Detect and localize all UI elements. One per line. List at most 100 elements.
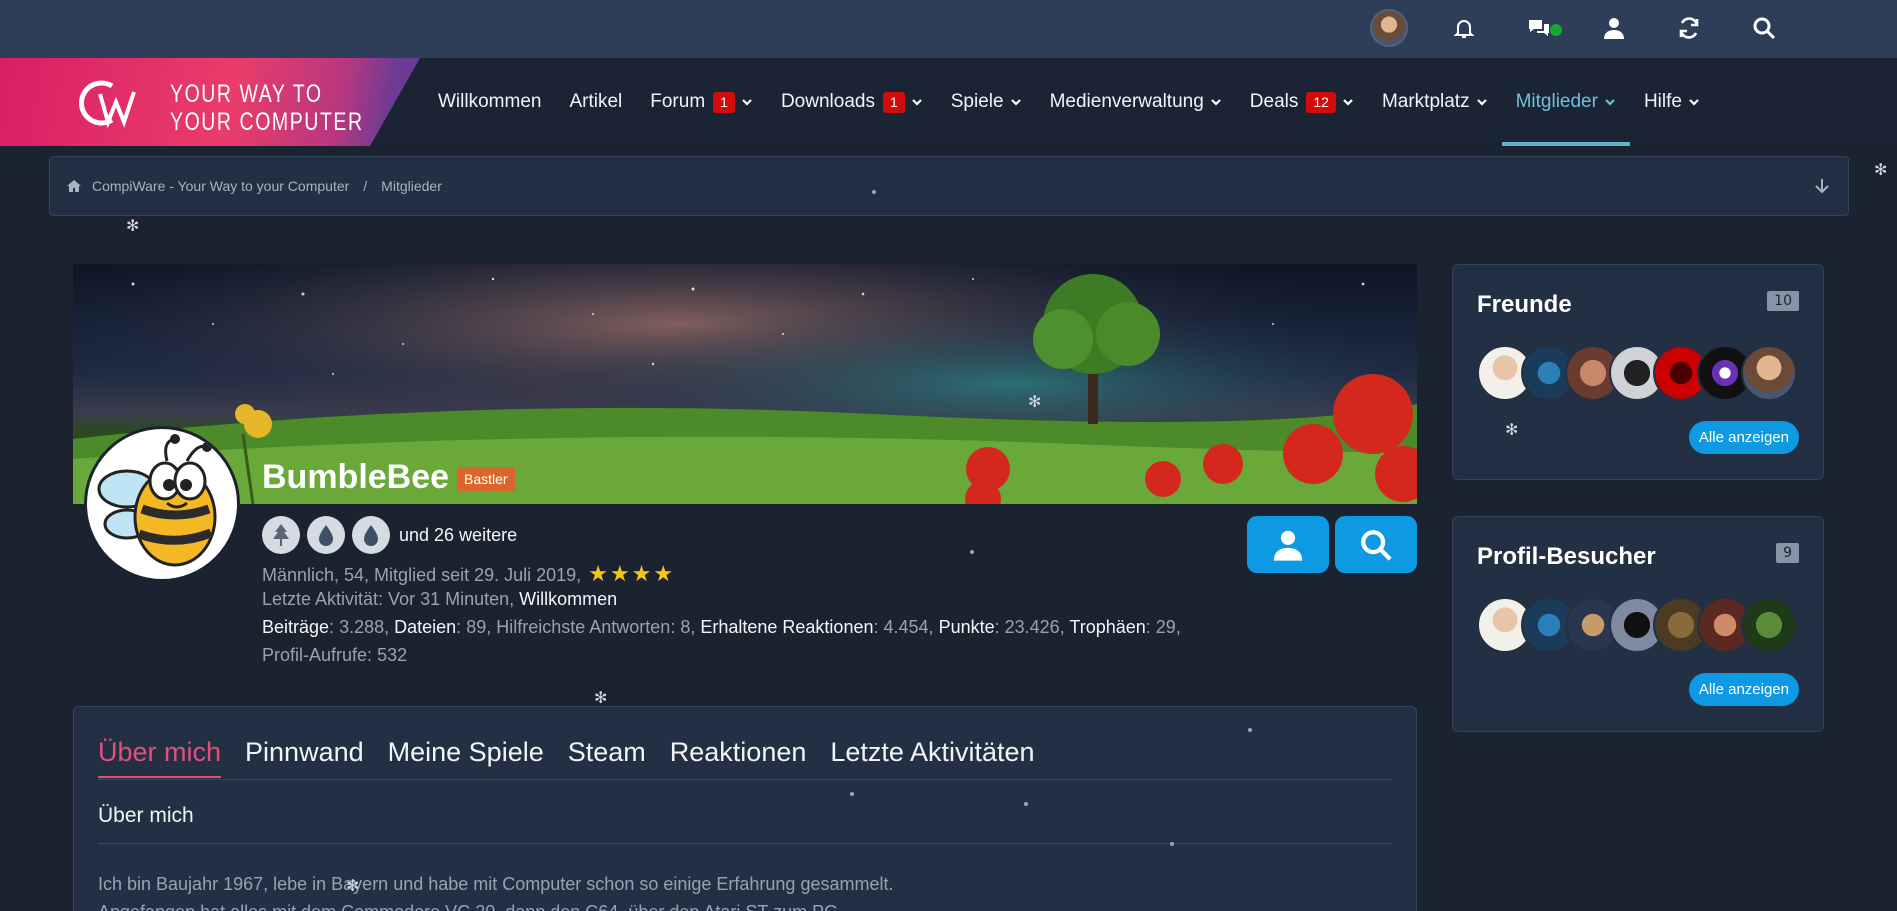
nav-badge: 1: [882, 91, 905, 113]
chevron-down-icon: [1605, 99, 1615, 106]
snowflake-icon: ✻: [1505, 420, 1519, 439]
snowflake-icon: ✻: [594, 688, 608, 707]
trophy-badge[interactable]: [262, 516, 300, 554]
stat-helpful-label: Hilfreichste Antworten: [496, 617, 671, 637]
drop-icon: [364, 525, 378, 546]
nav-badge: 1: [713, 91, 735, 113]
nav-item-label: Willkommen: [438, 91, 542, 112]
nav-item-deals[interactable]: Deals 12: [1236, 58, 1368, 146]
about-line: Angefangen hat alles mit dem Commodore V…: [98, 898, 893, 911]
breadcrumb-separator: /: [363, 178, 368, 194]
visitors-avatars: [1477, 597, 1797, 653]
chevron-down-icon: [742, 99, 752, 106]
profile-button[interactable]: [1576, 8, 1651, 48]
profile-gender-age-joined: Männlich, 54, Mitglied seit 29. Juli 201…: [262, 565, 582, 585]
profile-content-panel: Über mich Pinnwand Meine Spiele Steam Reakti…: [73, 706, 1417, 911]
friends-see-all-button[interactable]: Alle anzeigen: [1688, 421, 1799, 454]
messages-button[interactable]: [1501, 8, 1576, 48]
user-rank-badge: Bastler: [457, 467, 515, 491]
stat-views-value: 532: [377, 645, 408, 665]
about-text: Ich bin Baujahr 1967, lebe in Bayern und…: [98, 870, 893, 911]
chevron-down-icon: [1010, 99, 1021, 106]
user-icon: [1603, 18, 1624, 39]
stat-posts-value: 3.288: [339, 617, 385, 637]
nav-item-spiele[interactable]: Spiele: [937, 58, 1036, 146]
snow-dot: [872, 190, 876, 194]
nav-item-label: Deals: [1249, 91, 1299, 112]
tab-1[interactable]: Pinnwand: [245, 737, 364, 778]
stat-reactions-value: 4.454: [883, 617, 929, 637]
site-logo[interactable]: YOUR WAY TO YOUR COMPUTER: [0, 58, 420, 146]
visitors-count-badge: 9: [1776, 543, 1799, 563]
stat-points-label[interactable]: Punkte: [939, 617, 995, 637]
nav-item-label: Mitglieder: [1515, 91, 1598, 112]
tab-0[interactable]: Über mich: [98, 737, 222, 778]
divider: [98, 779, 1392, 780]
refresh-icon: [1679, 17, 1698, 39]
star-icon: ★: [588, 561, 608, 586]
nav-item-hilfe[interactable]: Hilfe: [1630, 58, 1714, 146]
main-navigation: YOUR WAY TO YOUR COMPUTER Willkommen Arti…: [0, 58, 1897, 146]
snow-dot: [1170, 842, 1174, 846]
snow-dot: [850, 792, 854, 796]
stat-reactions-label[interactable]: Erhaltene Reaktionen: [700, 617, 873, 637]
stat-trophies-value: 29: [1155, 617, 1176, 637]
top-bar: [0, 0, 1897, 58]
profile-details: Männlich, 54, Mitglied seit 29. Juli 201…: [262, 561, 673, 587]
tab-2[interactable]: Meine Spiele: [388, 737, 544, 778]
nav-item-label: Hilfe: [1643, 91, 1682, 112]
stat-posts-label[interactable]: Beiträge: [262, 617, 329, 637]
bell-icon: [1453, 20, 1474, 38]
nav-item-medienverwaltung[interactable]: Medienverwaltung: [1036, 58, 1236, 146]
visitors-see-all-button[interactable]: Alle anzeigen: [1688, 673, 1799, 706]
nav-item-willkommen[interactable]: Willkommen: [424, 58, 555, 146]
snowflake-icon: ✻: [1028, 392, 1042, 411]
follow-button[interactable]: [1247, 516, 1329, 573]
snow-dot: [1248, 728, 1252, 732]
more-trophies-link[interactable]: und 26 weitere: [399, 525, 517, 546]
rating-stars: ★★★★: [586, 561, 673, 586]
snowflake-icon: ✻: [126, 216, 140, 235]
user-avatar-button[interactable]: [1351, 8, 1426, 48]
refresh-button[interactable]: [1651, 8, 1726, 48]
tab-5[interactable]: Letzte Aktivitäten: [830, 737, 1034, 778]
profile-tabs: Über mich Pinnwand Meine Spiele Steam Reakti…: [98, 737, 1059, 778]
notifications-button[interactable]: [1426, 8, 1501, 48]
tab-4[interactable]: Reaktionen: [670, 737, 807, 778]
search-icon: [1753, 17, 1775, 40]
breadcrumb-current-link[interactable]: Mitglieder: [381, 178, 442, 194]
breadcrumb-home-link[interactable]: CompiWare - Your Way to your Computer: [92, 178, 349, 194]
search-button[interactable]: [1726, 8, 1801, 48]
bee-avatar-icon: [97, 434, 217, 567]
trophy-badge[interactable]: [352, 516, 390, 554]
stat-files-label[interactable]: Dateien: [394, 617, 456, 637]
nav-item-downloads[interactable]: Downloads 1: [767, 58, 937, 146]
chevron-down-icon: [1476, 99, 1487, 106]
chat-icon: [1528, 20, 1549, 36]
avatar[interactable]: [1741, 345, 1797, 401]
widget-title: Freunde: [1477, 291, 1572, 318]
widget-title: Profil-Besucher: [1477, 543, 1656, 570]
nav-item-forum[interactable]: Forum 1: [636, 58, 767, 146]
nav-item-label: Spiele: [950, 91, 1004, 112]
nav-item-label: Forum: [650, 91, 706, 112]
avatar[interactable]: [1741, 597, 1797, 653]
friends-widget: Freunde 10 Alle anzeigen: [1452, 264, 1824, 480]
tree-icon: [273, 524, 289, 546]
nav-menu: Willkommen Artikel Forum 1 Downloads 1 Spiele M…: [424, 58, 1714, 146]
breadcrumb: CompiWare - Your Way to your Computer / …: [49, 156, 1849, 216]
tab-3[interactable]: Steam: [568, 737, 646, 778]
star-icon: ★: [631, 561, 652, 586]
nav-badge: 12: [1306, 91, 1336, 113]
search-content-button[interactable]: [1335, 516, 1417, 573]
trophy-badge[interactable]: [307, 516, 345, 554]
nav-item-label: Artikel: [569, 91, 623, 112]
nav-item-marktplatz[interactable]: Marktplatz: [1368, 58, 1502, 146]
nav-item-artikel[interactable]: Artikel: [555, 58, 636, 146]
home-icon: [67, 180, 81, 192]
last-activity-location-link[interactable]: Willkommen: [519, 589, 617, 609]
nav-item-mitglieder[interactable]: Mitglieder: [1501, 58, 1631, 146]
profile-avatar[interactable]: [84, 426, 240, 582]
stat-trophies-label[interactable]: Trophäen: [1069, 617, 1145, 637]
arrow-down-icon[interactable]: [1812, 176, 1832, 196]
